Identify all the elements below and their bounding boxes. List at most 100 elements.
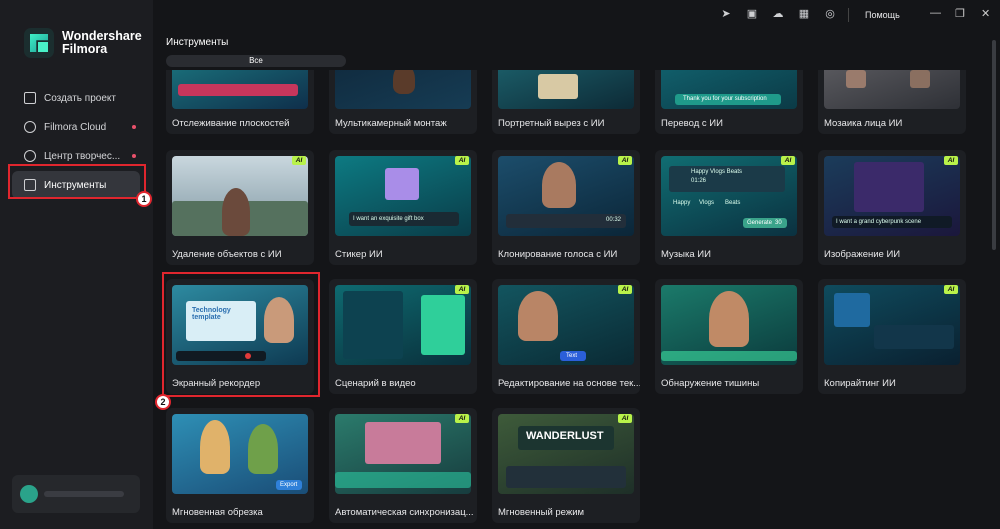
tool-thumbnail (824, 70, 960, 109)
sidebar-item-label: Центр творчес... (44, 150, 121, 162)
topbar-divider (848, 8, 849, 22)
ai-badge: AI (618, 414, 632, 423)
notification-dot (132, 154, 136, 158)
tool-card-silence-detection[interactable]: Обнаружение тишины (655, 279, 803, 394)
tool-thumbnail: I want a grand cyberpunk scene (824, 156, 960, 236)
ai-badge: AI (455, 285, 469, 294)
tool-thumbnail (335, 70, 471, 109)
tool-thumbnail (824, 285, 960, 365)
sticker-prompt: I want an exquisite gift box (353, 216, 424, 222)
close-icon[interactable]: ✕ (981, 7, 990, 20)
restore-icon[interactable]: ❐ (955, 7, 965, 20)
tool-label: Портретный вырез с ИИ (498, 118, 605, 129)
tool-thumbnail (661, 285, 797, 365)
ai-badge: AI (455, 414, 469, 423)
page-title: Инструменты (166, 37, 229, 48)
sidebar: Wondershare Filmora Создать проект Filmo… (0, 0, 153, 529)
music-tag: Beats (725, 200, 741, 206)
filmora-logo-icon (24, 28, 54, 58)
tab-all[interactable]: Все (166, 55, 346, 67)
tool-card-multicam[interactable]: Мультикамерный монтаж (329, 70, 477, 134)
filmora-app: Wondershare Filmora Создать проект Filmo… (0, 0, 1000, 529)
minimize-icon[interactable]: — (930, 7, 941, 19)
account-name-blurred (44, 491, 124, 497)
tool-card-auto-sync[interactable]: AI Автоматическая синхронизац... (329, 408, 477, 523)
scrollbar[interactable] (992, 40, 996, 250)
tool-card-instant-mode[interactable]: WANDERLUST AI Мгновенный режим (492, 408, 640, 523)
tool-thumbnail: WANDERLUST (498, 414, 634, 494)
tool-label: Копирайтинг ИИ (824, 378, 896, 389)
tool-card-ai-image[interactable]: I want a grand cyberpunk scene AI Изобра… (818, 150, 966, 265)
tool-thumbnail (172, 156, 308, 236)
tool-card-ai-music[interactable]: Happy Vlogs Beats 01:26 Happy Vlogs Beat… (655, 150, 803, 265)
send-icon[interactable]: ➤ (720, 8, 732, 20)
tool-card-text-based-editing[interactable]: Text AI Редактирование на основе тек... (492, 279, 640, 394)
notification-dot (132, 125, 136, 129)
tool-label: Музыка ИИ (661, 249, 711, 260)
tool-label: Изображение ИИ (824, 249, 901, 260)
tool-label: Мгновенный режим (498, 507, 585, 518)
sidebar-item-label: Filmora Cloud (44, 121, 107, 133)
tool-card-instant-cut[interactable]: Export Мгновенная обрезка (166, 408, 314, 523)
category-tabs: Все (166, 55, 346, 67)
tool-thumbnail: Happy Vlogs Beats 01:26 Happy Vlogs Beat… (661, 156, 797, 236)
cloud-icon (24, 121, 36, 133)
help-button[interactable]: Помощь (865, 10, 900, 20)
export-chip: Export (280, 482, 298, 488)
music-tag: Vlogs (699, 200, 715, 206)
app-name-line2: Filmora (62, 42, 108, 56)
tool-thumbnail: Export (172, 414, 308, 494)
wanderlust-title: WANDERLUST (526, 430, 604, 442)
annotation-highlight-1 (8, 164, 146, 199)
tool-thumbnail: 00:32 (498, 156, 634, 236)
tool-card-ai-copywriting[interactable]: AI Копирайтинг ИИ (818, 279, 966, 394)
translate-caption: Thank you for your subscription (683, 96, 767, 102)
plus-square-icon (24, 92, 36, 104)
tool-label: Отслеживание плоскостей (172, 118, 290, 129)
tool-thumbnail: Thank you for your subscription (661, 70, 797, 109)
tool-thumbnail: I want an exquisite gift box (335, 156, 471, 236)
annotation-highlight-2 (162, 272, 320, 397)
tool-thumbnail (335, 414, 471, 494)
ai-badge: AI (944, 156, 958, 165)
text-chip: Text (566, 353, 578, 359)
tool-thumbnail (172, 70, 308, 109)
tool-card-script-to-video[interactable]: AI Сценарий в видео (329, 279, 477, 394)
tool-card-ai-translate[interactable]: Thank you for your subscription Перевод … (655, 70, 803, 134)
tool-label: Удаление объектов с ИИ (172, 249, 282, 260)
app-logo: Wondershare Filmora (24, 28, 142, 58)
tool-label: Сценарий в видео (335, 378, 416, 389)
music-title: Happy Vlogs Beats (691, 169, 743, 175)
avatar (20, 485, 38, 503)
tool-card-portrait-cutout[interactable]: Портретный вырез с ИИ (492, 70, 640, 134)
sidebar-item-create-project[interactable]: Создать проект (12, 84, 140, 112)
media-icon[interactable]: ▣ (746, 8, 758, 20)
tool-label: Мультикамерный монтаж (335, 118, 447, 129)
tool-label: Клонирование голоса с ИИ (498, 249, 618, 260)
tool-card-voice-clone[interactable]: 00:32 AI Клонирование голоса с ИИ (492, 150, 640, 265)
tool-thumbnail: Text (498, 285, 634, 365)
tool-label: Мгновенная обрезка (172, 507, 263, 518)
tool-card-face-mosaic[interactable]: Мозаика лица ИИ (818, 70, 966, 134)
annotation-badge-2: 2 (155, 394, 171, 410)
cloud-upload-icon[interactable]: ☁ (772, 8, 784, 20)
music-generate: Generate (747, 220, 773, 226)
headset-icon[interactable]: ◎ (824, 8, 836, 20)
ai-badge: AI (781, 156, 795, 165)
tool-label: Редактирование на основе тек... (498, 378, 640, 389)
ai-badge: AI (292, 156, 306, 165)
tool-card-plane-tracking[interactable]: Отслеживание плоскостей (166, 70, 314, 134)
sidebar-item-filmora-cloud[interactable]: Filmora Cloud (12, 113, 140, 141)
creator-center-icon (24, 150, 36, 162)
account-panel[interactable] (12, 475, 140, 513)
grid-icon[interactable]: ▦ (798, 8, 810, 20)
music-time: 01:26 (691, 178, 707, 184)
sidebar-item-label: Создать проект (44, 92, 116, 104)
ai-badge: AI (618, 156, 632, 165)
tool-label: Автоматическая синхронизац... (335, 507, 474, 518)
ai-badge: AI (618, 285, 632, 294)
tool-card-object-removal[interactable]: AI Удаление объектов с ИИ (166, 150, 314, 265)
image-prompt: I want a grand cyberpunk scene (836, 219, 922, 225)
annotation-badge-1: 1 (136, 191, 152, 207)
tool-card-ai-sticker[interactable]: I want an exquisite gift box AI Стикер И… (329, 150, 477, 265)
